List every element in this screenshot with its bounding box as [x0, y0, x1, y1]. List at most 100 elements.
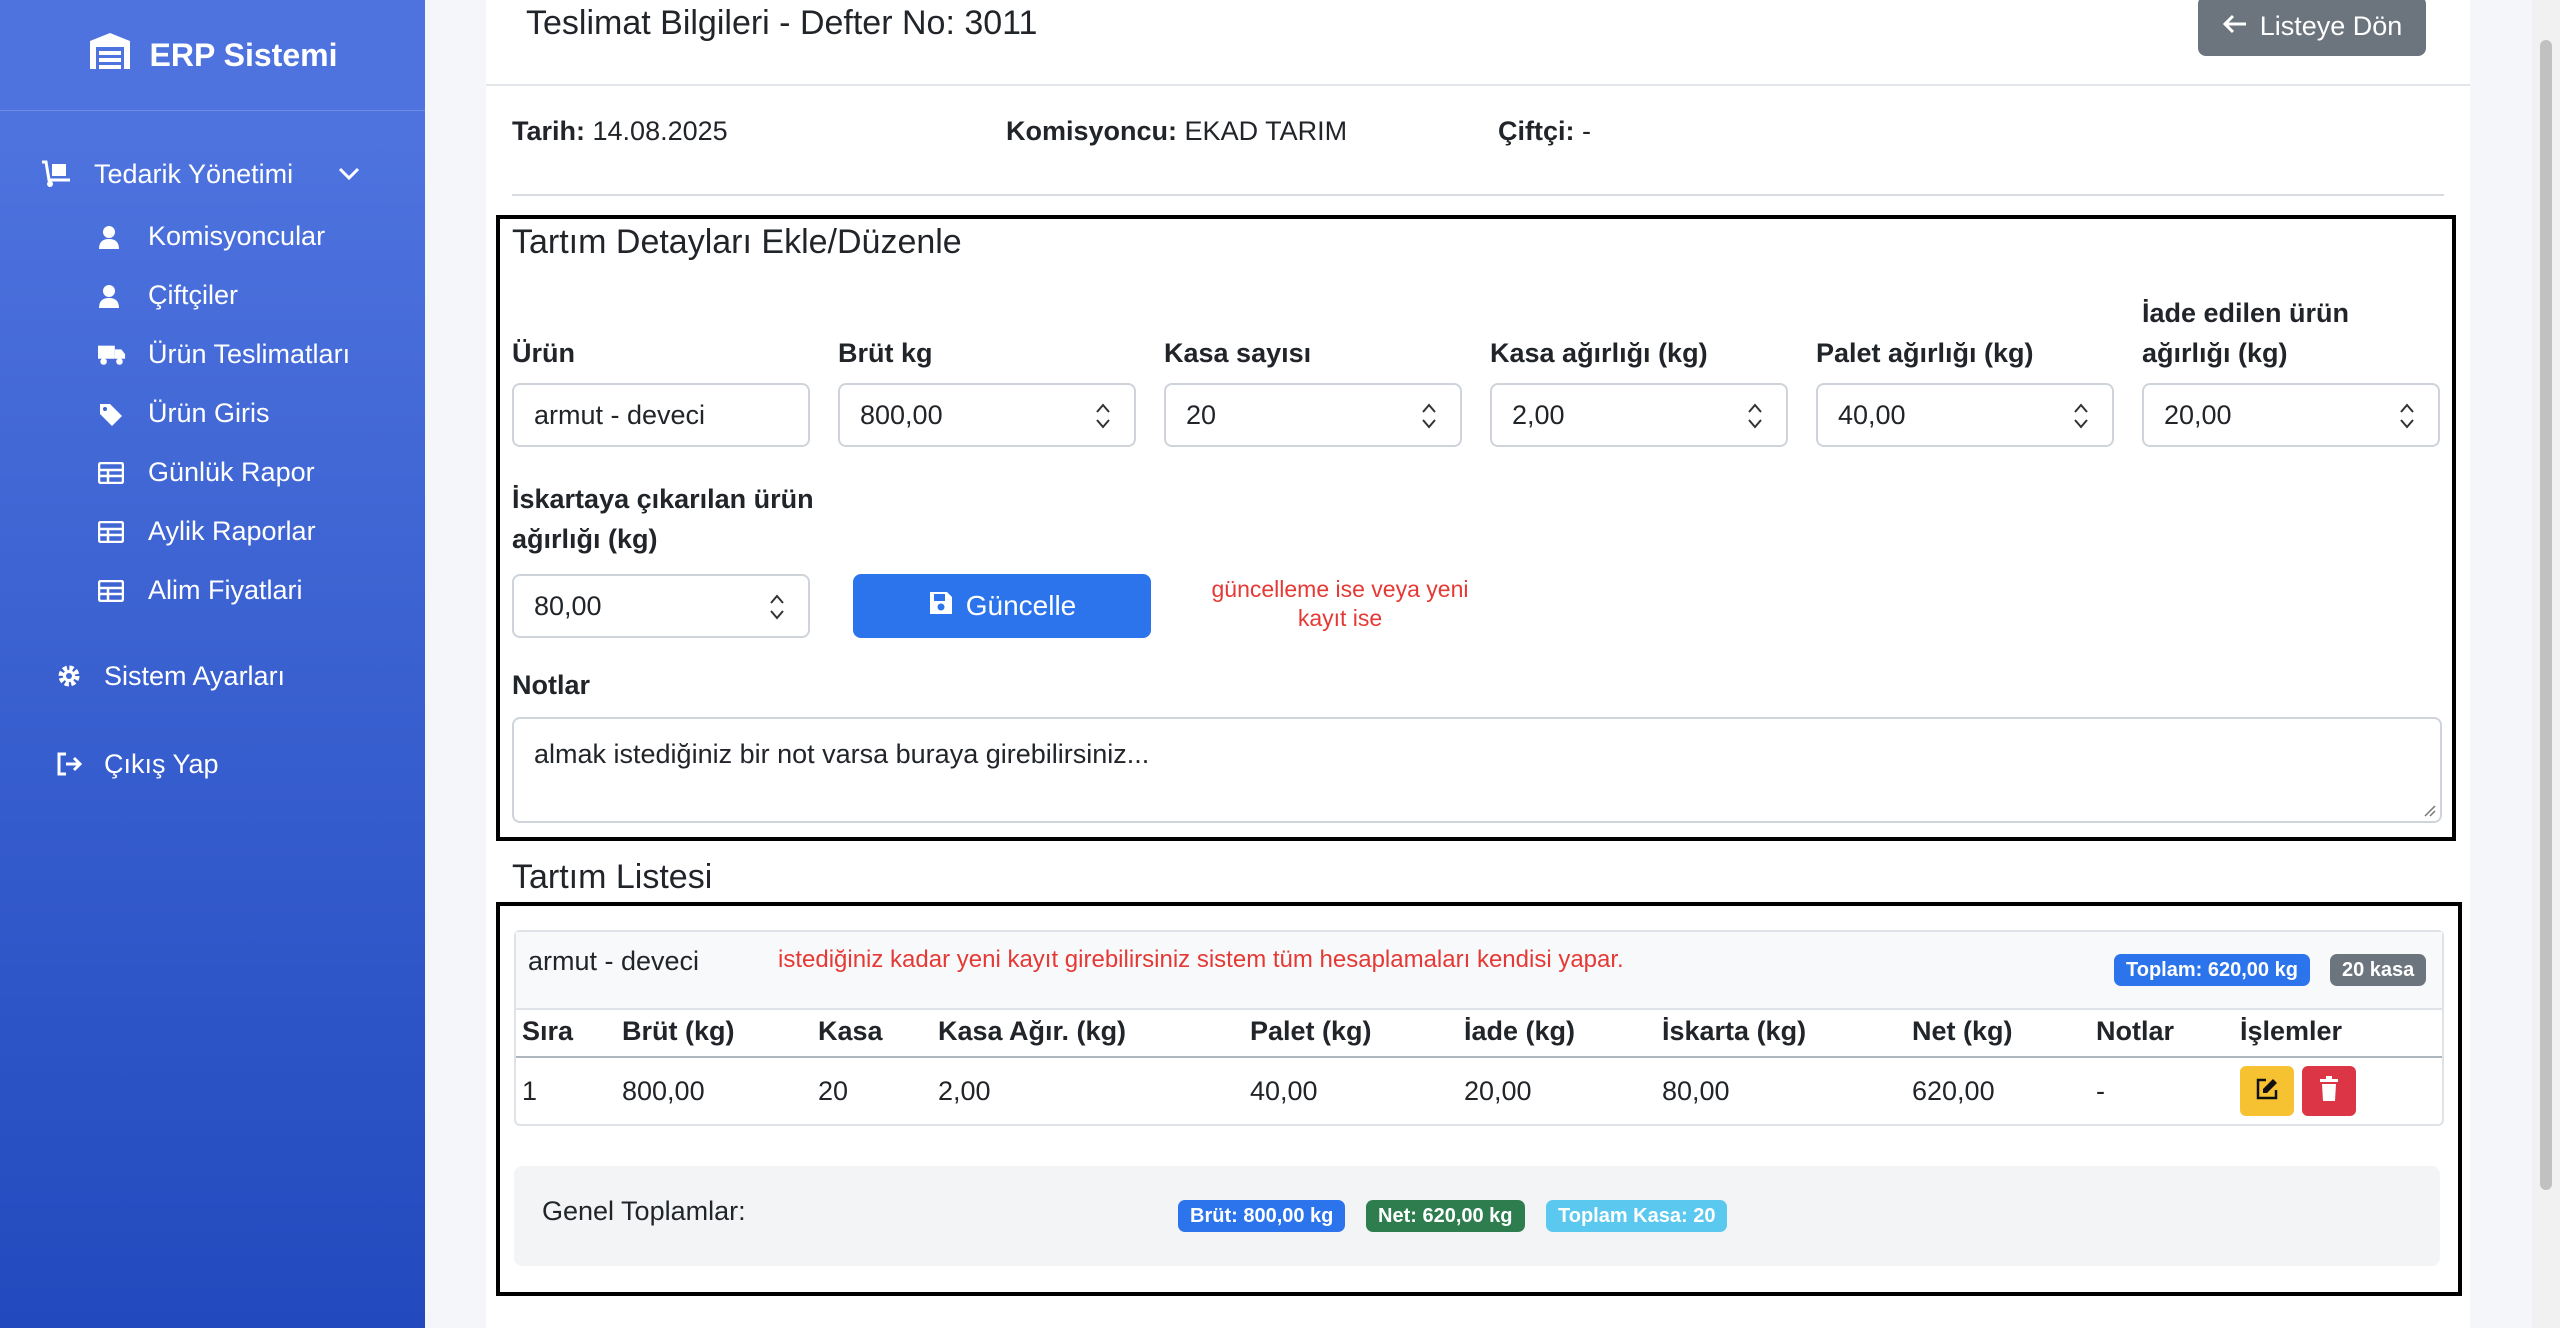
field-label-iade: İade edilen ürün ağırlığı (kg) [2142, 298, 2350, 368]
farmer-value: - [1582, 116, 1592, 146]
table-icon [98, 579, 126, 602]
field-label-urun: Ürün [512, 338, 575, 368]
table-cell: 40,00 [1250, 1076, 1318, 1106]
delivery-card: Teslimat Bilgileri - Defter No: 3011 Lis… [486, 0, 2470, 1328]
product-name: armut - deveci [528, 946, 700, 976]
back-label: Listeye Dön [2259, 10, 2403, 41]
discard-weight-input[interactable]: 80,00 [512, 574, 810, 638]
list-hint: istediğiniz kadar yeni kayıt girebilirsi… [778, 946, 1624, 973]
table-cell: 620,00 [1912, 1076, 1995, 1106]
meta-farmer: Çiftçi: - [1498, 116, 1592, 146]
back-to-list-button[interactable]: Listeye Dön [2198, 0, 2426, 56]
crate-total-badge: Toplam Kasa: 20 [1546, 1200, 1728, 1232]
total-badge: Toplam: 620,00 kg [2114, 954, 2310, 986]
column-header: Sıra [522, 1016, 574, 1046]
sidebar-item-urun-teslimatlari[interactable]: Ürün Teslimatları [0, 325, 425, 384]
totals-label: Genel Toplamlar: [542, 1196, 746, 1226]
card-header: Teslimat Bilgileri - Defter No: 3011 Lis… [486, 0, 2470, 86]
column-header: Brüt (kg) [622, 1016, 735, 1046]
resize-handle-icon[interactable] [2422, 803, 2436, 817]
sidebar-item-komisyoncular[interactable]: Komisyoncular [0, 207, 425, 266]
user-icon [98, 284, 126, 308]
product-input[interactable]: armut - deveci [512, 383, 810, 447]
table-cell: 1 [522, 1076, 538, 1106]
update-label: Güncelle [965, 590, 1077, 621]
spinner-icon[interactable] [1094, 399, 1112, 433]
sign-out-icon [56, 752, 86, 776]
scrollbar[interactable] [2532, 0, 2560, 1328]
sidebar-item-ciftciler[interactable]: Çiftçiler [0, 266, 425, 325]
sidebar-item-label: Çıkış Yap [104, 748, 219, 779]
meta-broker: Komisyoncu: EKAD TARIM [1006, 116, 1348, 146]
spinner-icon[interactable] [1746, 399, 1764, 433]
trash-icon [2318, 1075, 2340, 1107]
field-label-kasa-agirligi: Kasa ağırlığı (kg) [1490, 338, 1708, 368]
weighing-form: Tartım Detayları Ekle/Düzenle Ürün armut… [496, 215, 2456, 841]
spinner-icon[interactable] [2398, 399, 2416, 433]
field-label-kasa-sayisi: Kasa sayısı [1164, 338, 1312, 368]
sidebar-item-label: Komisyoncular [148, 221, 326, 251]
sidebar-item-settings[interactable]: Sistem Ayarları [0, 632, 425, 720]
sidebar-item-gunluk-rapor[interactable]: Günlük Rapor [0, 443, 425, 502]
table-cell: 80,00 [1662, 1076, 1730, 1106]
column-header: İskarta (kg) [1662, 1016, 1807, 1046]
column-header: Palet (kg) [1250, 1016, 1372, 1046]
sidebar-item-logout[interactable]: Çıkış Yap [0, 720, 425, 808]
notes-textarea[interactable]: almak istediğiniz bir not varsa buraya g… [512, 717, 2442, 823]
divider [512, 194, 2444, 196]
field-label-brut: Brüt kg [838, 338, 933, 368]
sidebar-item-label: Çiftçiler [148, 280, 239, 310]
table-cell: 20,00 [1464, 1076, 1532, 1106]
column-header: Kasa Ağır. (kg) [938, 1016, 1127, 1046]
arrow-left-icon [2222, 11, 2248, 42]
column-header: Net (kg) [1912, 1016, 2013, 1046]
returned-weight-input[interactable]: 20,00 [2142, 383, 2440, 447]
brand-name: ERP Sistemi [149, 36, 338, 73]
product-card: armut - deveci istediğiniz kadar yeni ka… [514, 930, 2444, 1126]
user-icon [98, 225, 126, 249]
brand[interactable]: ERP Sistemi [0, 0, 425, 111]
column-header: Kasa [818, 1016, 883, 1046]
spinner-icon[interactable] [2072, 399, 2090, 433]
table-cell: 20 [818, 1076, 849, 1106]
meta-date: Tarih: 14.08.2025 [512, 116, 728, 146]
crate-weight-input[interactable]: 2,00 [1490, 383, 1788, 447]
sidebar-item-label: Ürün Giris [148, 398, 270, 428]
edit-icon [2254, 1076, 2280, 1107]
page-title: Teslimat Bilgileri - Defter No: 3011 [526, 4, 1038, 42]
table-cell: 800,00 [622, 1076, 705, 1106]
dolly-icon [40, 160, 74, 188]
sidebar-item-label: Alim Fiyatlari [148, 575, 303, 605]
sidebar-item-urun-giris[interactable]: Ürün Giris [0, 384, 425, 443]
truck-icon [98, 343, 126, 367]
update-button[interactable]: Güncelle [853, 574, 1151, 638]
spinner-icon[interactable] [1420, 399, 1438, 433]
notes-label: Notlar [512, 670, 591, 700]
edit-button[interactable] [2240, 1066, 2294, 1116]
sidebar-item-label: Sistem Ayarları [104, 660, 286, 691]
column-header: İşlemler [2240, 1016, 2343, 1046]
warehouse-icon [88, 31, 132, 79]
crate-count-input[interactable]: 20 [1164, 383, 1462, 447]
gross-kg-input[interactable]: 800,00 [838, 383, 1136, 447]
sidebar-item-alim-fiyatlari[interactable]: Alim Fiyatlari [0, 561, 425, 620]
form-title: Tartım Detayları Ekle/Düzenle [512, 223, 962, 261]
table-cell: - [2096, 1076, 2105, 1106]
date-value: 14.08.2025 [592, 116, 728, 146]
grand-totals: Genel Toplamlar: Brüt: 800,00 kg Net: 62… [514, 1166, 2440, 1266]
delete-button[interactable] [2302, 1066, 2356, 1116]
chevron-down-icon [337, 166, 361, 182]
table-icon [98, 520, 126, 543]
product-card-header: armut - deveci istediğiniz kadar yeni ka… [516, 932, 2442, 1010]
field-label-iskarta: İskartaya çıkarılan ürün ağırlığı (kg) [512, 484, 814, 554]
column-header: İade (kg) [1464, 1016, 1576, 1046]
crate-badge: 20 kasa [2330, 954, 2427, 986]
sidebar-item-aylik-raporlar[interactable]: Aylik Raporlar [0, 502, 425, 561]
spinner-icon[interactable] [768, 590, 786, 624]
nav-group-supply[interactable]: Tedarik Yönetimi [0, 129, 425, 219]
gear-icon [56, 663, 86, 689]
sidebar-item-label: Ürün Teslimatları [148, 339, 351, 369]
scrollbar-thumb[interactable] [2540, 40, 2552, 1190]
pallet-weight-input[interactable]: 40,00 [1816, 383, 2114, 447]
list-title: Tartım Listesi [512, 858, 713, 896]
